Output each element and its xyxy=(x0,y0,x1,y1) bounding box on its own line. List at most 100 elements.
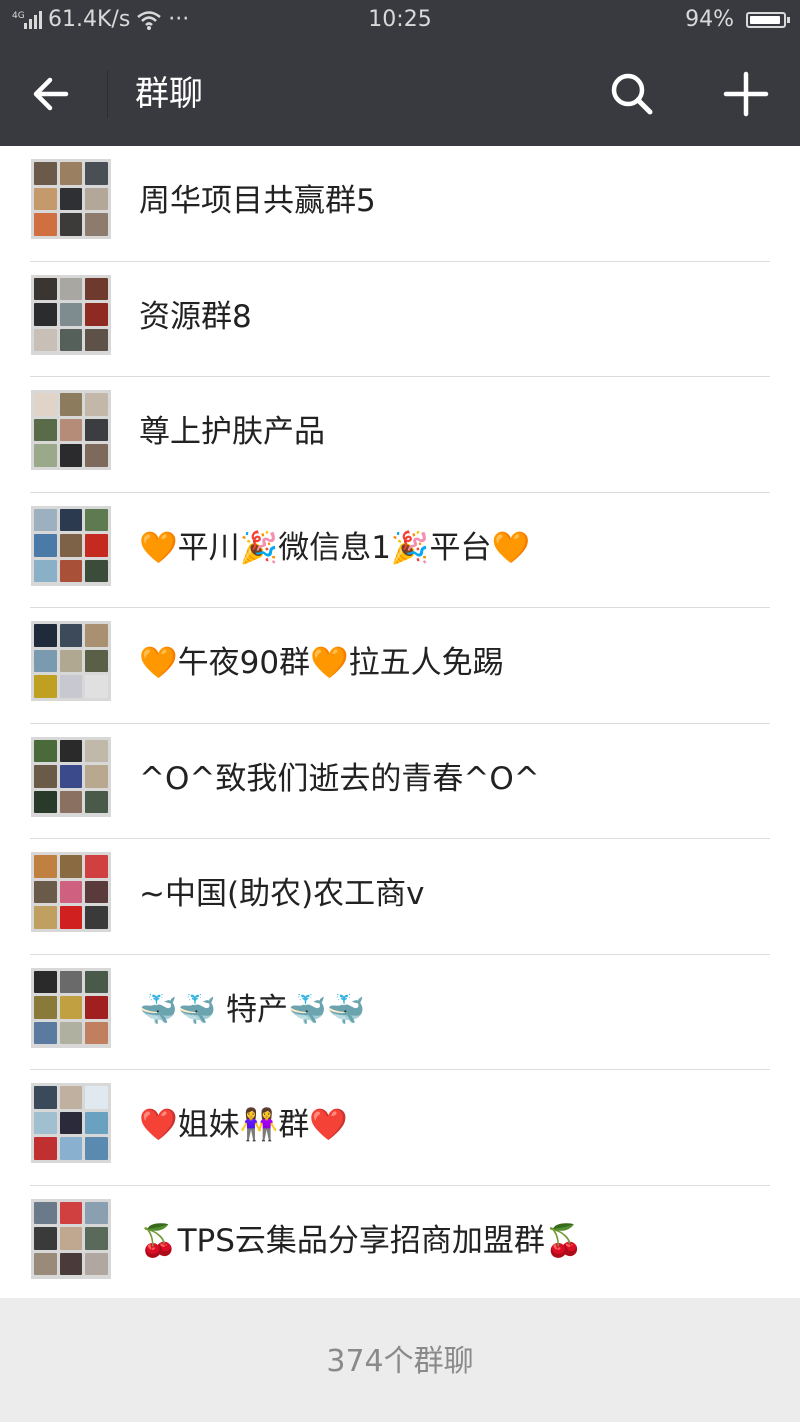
member-avatar-thumb xyxy=(59,1086,83,1109)
member-avatar-thumb xyxy=(85,213,108,236)
member-avatar-thumb xyxy=(59,187,83,211)
member-avatar-thumb xyxy=(34,970,57,994)
add-button[interactable] xyxy=(718,66,774,122)
member-avatar-thumb xyxy=(34,559,57,583)
plus-icon xyxy=(723,71,769,117)
group-name: 周华项目共赢群5 xyxy=(139,183,376,219)
member-avatar-thumb xyxy=(59,765,83,788)
group-name: 🧡午夜90群🧡拉五人免踢 xyxy=(139,645,504,681)
member-avatar-thumb xyxy=(59,1021,83,1045)
member-avatar-thumb xyxy=(34,1137,57,1160)
group-list-item[interactable]: 🍒TPS云集品分享招商加盟群🍒 xyxy=(0,1186,800,1302)
back-button[interactable] xyxy=(24,66,80,122)
group-name: 尊上护肤产品 xyxy=(139,414,325,450)
member-avatar-thumb xyxy=(34,906,57,929)
group-list-item[interactable]: 周华项目共赢群5 xyxy=(0,146,800,262)
member-avatar-thumb xyxy=(59,675,83,698)
member-avatar-thumb xyxy=(85,444,108,467)
member-avatar-thumb xyxy=(85,790,108,814)
member-avatar-thumb xyxy=(59,1137,83,1160)
status-bar: 4G 61.4K/s ··· 10:25 94% xyxy=(0,0,800,40)
group-list-item[interactable]: 尊上护肤产品 xyxy=(0,377,800,493)
group-list-item[interactable]: 🧡午夜90群🧡拉五人免踢 xyxy=(0,608,800,724)
battery-icon xyxy=(746,11,790,28)
member-avatar-thumb xyxy=(59,1201,83,1225)
member-avatar-thumb xyxy=(85,1137,108,1160)
group-list-item[interactable]: 🐳🐳 特产🐳🐳 xyxy=(0,955,800,1071)
member-avatar-thumb xyxy=(59,534,83,557)
member-avatar-thumb xyxy=(59,277,83,301)
member-avatar-thumb xyxy=(85,649,108,673)
member-avatar-thumb xyxy=(34,1201,57,1225)
search-icon xyxy=(611,73,653,115)
group-list-item[interactable]: ~中国(助农)农工商v xyxy=(0,839,800,955)
group-list-item[interactable]: 资源群8 xyxy=(0,262,800,378)
battery-percent: 94% xyxy=(685,7,734,32)
group-list-item[interactable]: ❤️姐妹👭群❤️ xyxy=(0,1070,800,1186)
member-avatar-thumb xyxy=(34,508,57,532)
member-avatar-thumb xyxy=(34,328,57,352)
member-avatar-thumb xyxy=(85,277,108,301)
group-name: ~中国(助农)农工商v xyxy=(139,876,425,912)
member-avatar-thumb xyxy=(85,675,108,698)
member-avatar-thumb xyxy=(34,444,57,467)
member-avatar-thumb xyxy=(59,649,83,673)
member-avatar-thumb xyxy=(85,303,108,326)
member-avatar-thumb xyxy=(34,1111,57,1135)
member-avatar-thumb xyxy=(85,624,108,647)
member-avatar-thumb xyxy=(59,996,83,1019)
group-avatar xyxy=(31,159,111,239)
member-avatar-thumb xyxy=(34,277,57,301)
member-avatar-thumb xyxy=(59,880,83,904)
member-avatar-thumb xyxy=(34,1086,57,1109)
member-avatar-thumb xyxy=(34,675,57,698)
member-avatar-thumb xyxy=(59,1252,83,1276)
member-avatar-thumb xyxy=(59,790,83,814)
member-avatar-thumb xyxy=(85,418,108,442)
group-list-item[interactable]: ^O^致我们逝去的青春^O^ xyxy=(0,724,800,840)
title-bar: 群聊 xyxy=(0,40,800,146)
member-avatar-thumb xyxy=(59,1111,83,1135)
group-name: 🐳🐳 特产🐳🐳 xyxy=(139,991,366,1028)
member-avatar-thumb xyxy=(85,534,108,557)
member-avatar-thumb xyxy=(34,213,57,236)
member-avatar-thumb xyxy=(85,970,108,994)
member-avatar-thumb xyxy=(85,1227,108,1250)
group-name: 🍒TPS云集品分享招商加盟群🍒 xyxy=(139,1222,584,1259)
group-avatar xyxy=(31,505,111,586)
search-button[interactable] xyxy=(604,66,660,122)
group-list: 周华项目共赢群5 资源群8 尊上护肤产品 🧡平川🎉微信息1🎉平台🧡 🧡午夜90群🧡拉五人… xyxy=(0,146,800,1301)
member-avatar-thumb xyxy=(34,996,57,1019)
member-avatar-thumb xyxy=(85,559,108,583)
group-name: 🧡平川🎉微信息1🎉平台🧡 xyxy=(139,529,531,566)
member-avatar-thumb xyxy=(85,1201,108,1225)
member-avatar-thumb xyxy=(34,1252,57,1276)
group-avatar xyxy=(31,967,111,1048)
group-avatar xyxy=(31,852,111,932)
group-avatar xyxy=(31,621,111,701)
member-avatar-thumb xyxy=(85,906,108,929)
member-avatar-thumb xyxy=(34,880,57,904)
group-name: ❤️姐妹👭群❤️ xyxy=(139,1107,348,1143)
title-divider xyxy=(107,70,108,118)
member-avatar-thumb xyxy=(34,739,57,763)
group-avatar xyxy=(31,1083,111,1163)
arrow-left-icon xyxy=(33,77,69,111)
member-avatar-thumb xyxy=(34,418,57,442)
group-list-item[interactable]: 🧡平川🎉微信息1🎉平台🧡 xyxy=(0,493,800,609)
member-avatar-thumb xyxy=(59,508,83,532)
member-avatar-thumb xyxy=(85,328,108,352)
group-avatar xyxy=(31,390,111,470)
group-avatar xyxy=(31,274,111,355)
member-avatar-thumb xyxy=(34,1227,57,1250)
member-avatar-thumb xyxy=(34,303,57,326)
member-avatar-thumb xyxy=(59,418,83,442)
member-avatar-thumb xyxy=(34,187,57,211)
group-avatar xyxy=(31,1198,111,1279)
member-avatar-thumb xyxy=(59,213,83,236)
group-name: 资源群8 xyxy=(139,298,252,335)
member-avatar-thumb xyxy=(34,162,57,185)
member-avatar-thumb xyxy=(59,559,83,583)
member-avatar-thumb xyxy=(85,1252,108,1276)
member-avatar-thumb xyxy=(59,444,83,467)
